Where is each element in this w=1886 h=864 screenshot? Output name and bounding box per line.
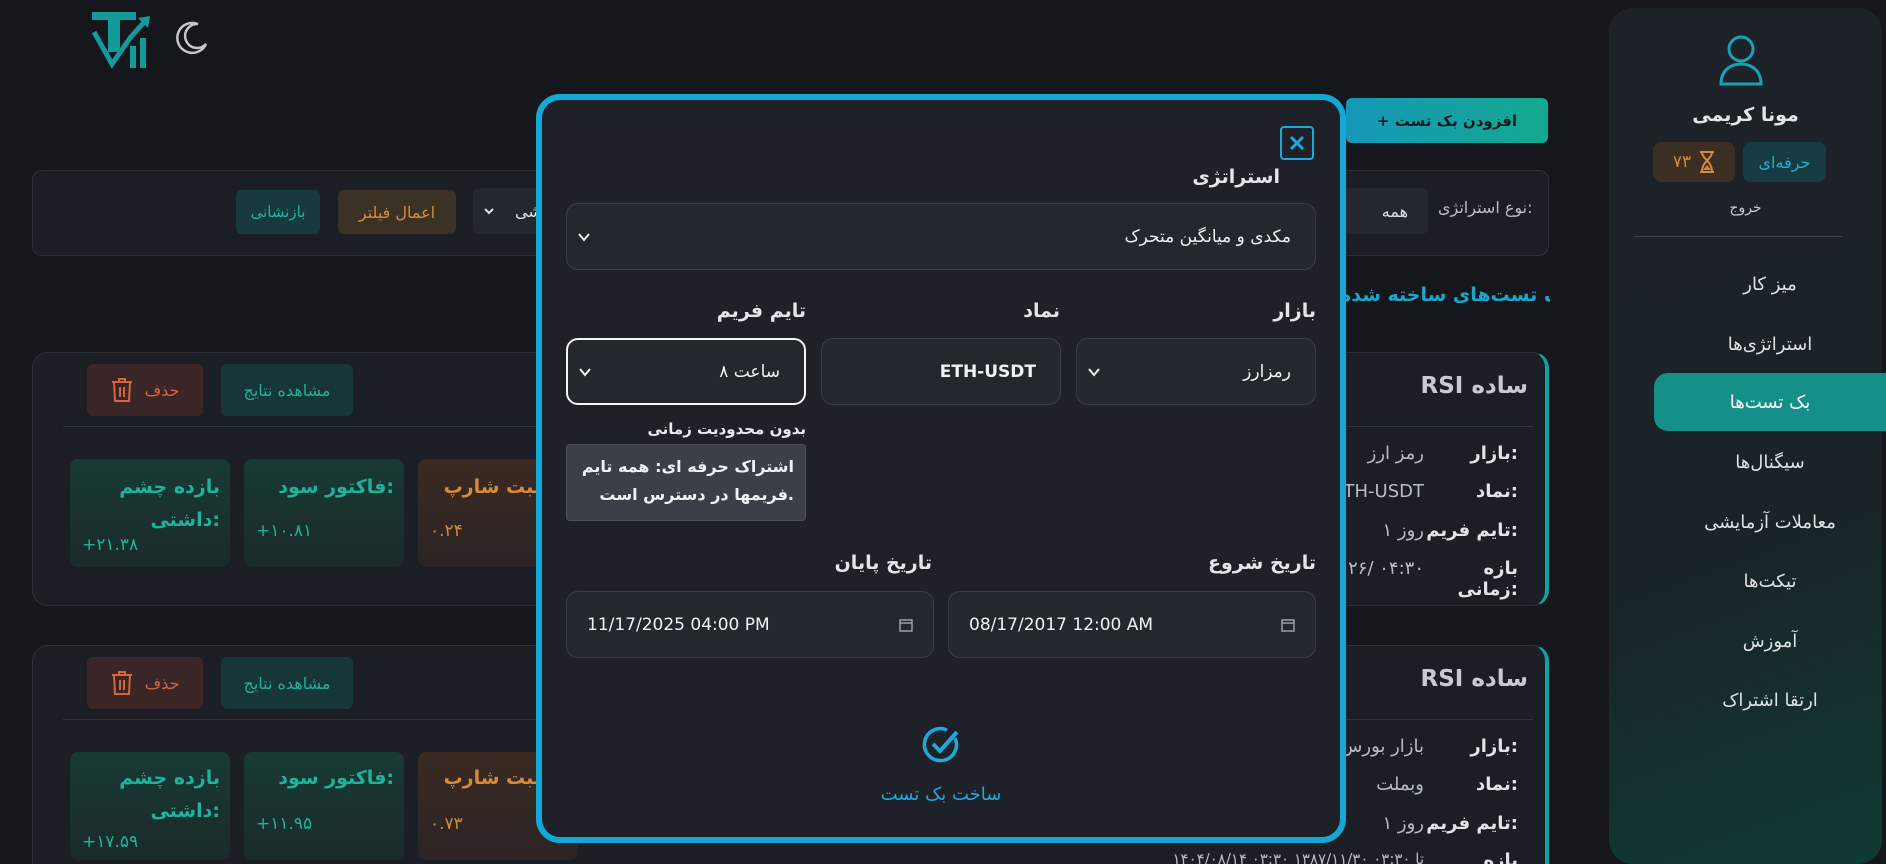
plan-note: اشتراک حرفه ای: همه تایم فریمها در دسترس… [566, 444, 806, 521]
time-badge-value: ۷۳ [1672, 152, 1692, 172]
start-date-label: تاریخ شروع [1208, 552, 1316, 574]
stat-profit-factor: فاکتور سود: +۱۱.۹۵ [244, 752, 404, 860]
hourglass-icon [1700, 151, 1715, 173]
view-results-button[interactable]: مشاهده نتایج [221, 364, 353, 416]
strategy-select[interactable]: مکدی و میانگین متحرک [566, 203, 1316, 270]
delete-label: حذف [144, 673, 180, 693]
timeframe-label: تایم فریم: [1426, 813, 1518, 834]
stat-value: +۱۷.۵۹ [82, 832, 139, 852]
sidebar-divider [1634, 236, 1843, 237]
strategy-select-value: مکدی و میانگین متحرک [1124, 226, 1291, 247]
start-date-input[interactable]: 08/17/2017 12:00 AM [948, 591, 1316, 658]
strategy-label: استراتژی [1192, 166, 1280, 188]
timeframe-select[interactable]: ۸ ساعت [566, 338, 806, 405]
sidebar-item-signals[interactable]: سیگنال‌ها [1654, 433, 1886, 491]
stat-value: ۰.۲۴ [430, 521, 463, 541]
timeframe-label: تایم فریم [716, 300, 806, 322]
moon-icon[interactable] [174, 20, 210, 56]
range-value: ۱۴۰۴/۰۸/۱۴ تا ۰۳:۳۰ ۱۳۸۷/۱۱/۳۰ ۰۳:۳۰ [1172, 850, 1424, 864]
stat-expected-return: بازده چشم داشتی: +۱۷.۵۹ [70, 752, 230, 860]
market-label: بازار: [1470, 736, 1518, 757]
user-name: مونا کریمی [1692, 104, 1799, 126]
sidebar-item-dashboard[interactable]: میز کار [1654, 255, 1886, 313]
delete-label: حذف [144, 380, 180, 400]
sidebar-item-education[interactable]: آموزش [1654, 612, 1886, 670]
symbol-label: نماد [1023, 300, 1060, 322]
range-label: بازه زمانی: [1483, 850, 1518, 864]
sidebar-item-backtests[interactable]: بک تست‌ها [1654, 373, 1886, 431]
add-backtest-button[interactable]: + افزودن بک تست [1346, 98, 1548, 143]
delete-button[interactable]: حذف [87, 657, 203, 709]
chevron-down-icon [579, 367, 591, 377]
stat-label: بازده چشم داشتی: [119, 767, 220, 822]
close-icon [1289, 135, 1305, 151]
start-date-value: 08/17/2017 12:00 AM [969, 614, 1154, 635]
stat-value: +۲۱.۳۸ [82, 535, 139, 555]
stat-value: +۱۱.۹۵ [256, 814, 313, 834]
card-title: RSI ساده [1420, 666, 1528, 692]
symbol-label: نماد: [1475, 774, 1518, 795]
stat-value: +۱۰.۸۱ [256, 521, 313, 541]
timeframe-label: تایم فریم: [1426, 520, 1518, 541]
create-backtest-button[interactable]: ساخت بک تست [836, 784, 1046, 805]
chevron-down-icon [1088, 367, 1100, 377]
calendar-icon[interactable] [1281, 618, 1295, 632]
section-title: بک تست‌های ساخته شده [1340, 284, 1550, 306]
card-title: RSI ساده [1420, 373, 1528, 399]
close-button[interactable] [1280, 126, 1314, 160]
chevron-down-icon [578, 232, 590, 242]
stat-label: فاکتور سود: [278, 767, 394, 789]
range-label: بازه زمانی: [1457, 558, 1518, 600]
market-select[interactable]: رمزارز [1076, 338, 1316, 405]
stat-value: ۰.۷۳ [430, 814, 463, 834]
timeframe-select-value: ۸ ساعت [719, 361, 780, 382]
strategy-type-label: نوع استراتژی: [1438, 198, 1533, 217]
stat-profit-factor: فاکتور سود: +۱۰.۸۱ [244, 459, 404, 567]
sidebar-item-tickets[interactable]: تیکت‌ها [1654, 552, 1886, 610]
trash-icon [111, 378, 132, 402]
chevron-down-icon [484, 208, 494, 215]
end-date-label: تاریخ پایان [834, 552, 932, 574]
plan-badge: حرفه‌ای [1743, 142, 1826, 182]
reset-filter-button[interactable]: بازنشانی [236, 190, 320, 234]
symbol-input-value: ETH-USDT [939, 361, 1036, 382]
stat-label: فاکتور سود: [278, 476, 394, 498]
calendar-icon[interactable] [899, 618, 913, 632]
market-label: بازار [1273, 300, 1316, 322]
sidebar-item-strategies[interactable]: استراتژی‌ها [1654, 315, 1886, 373]
app-logo-icon[interactable] [90, 10, 154, 70]
trash-icon [111, 671, 132, 695]
symbol-input[interactable]: ETH-USDT [821, 338, 1061, 405]
market-label: بازار: [1470, 443, 1518, 464]
stat-label: بازده چشم داشتی: [119, 476, 220, 531]
stat-expected-return: بازده چشم داشتی: +۲۱.۳۸ [70, 459, 230, 567]
no-limit-note: بدون محدودیت زمانی [647, 420, 806, 438]
view-results-button[interactable]: مشاهده نتایج [221, 657, 353, 709]
delete-button[interactable]: حذف [87, 364, 203, 416]
apply-filter-button[interactable]: اعمال فیلتر [338, 190, 456, 234]
time-badge: ۷۳ [1653, 142, 1735, 182]
logout-link[interactable]: خروج [1609, 200, 1882, 216]
check-circle-icon[interactable] [921, 724, 961, 764]
sidebar-item-paper-trades[interactable]: معاملات آزمایشی [1654, 493, 1886, 551]
user-avatar-icon[interactable] [1718, 34, 1764, 86]
sidebar-item-upgrade[interactable]: ارتقا اشتراک [1654, 671, 1886, 729]
symbol-label: نماد: [1475, 481, 1518, 502]
end-date-input[interactable]: 11/17/2025 04:00 PM [566, 591, 934, 658]
end-date-value: 11/17/2025 04:00 PM [587, 614, 770, 635]
market-select-value: رمزارز [1243, 361, 1291, 382]
